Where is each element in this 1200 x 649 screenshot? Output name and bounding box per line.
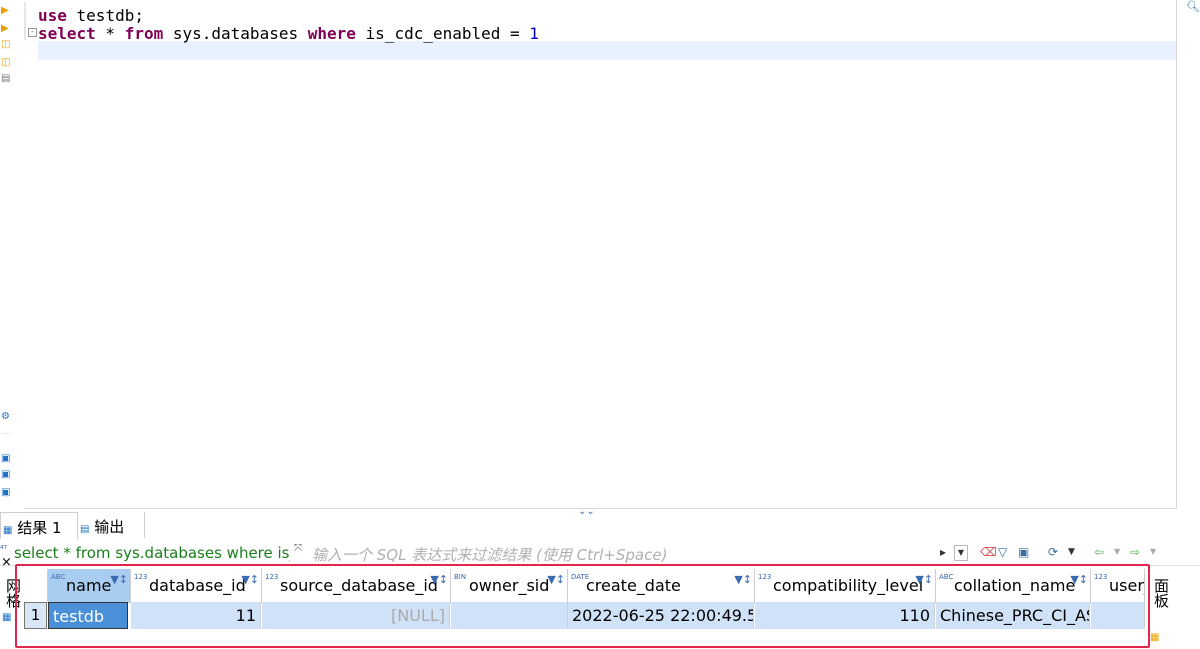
editor-gutter: ▶ ▶ ◫ ◫ ▤ ⚙ ····· ▣ ▣ ▣ [0, 0, 22, 510]
grid-icon: ▦ [3, 525, 13, 536]
results-tabs: ▦ 结果 1 × ▤ 输出 [0, 512, 1200, 570]
file-icon[interactable]: ▣ [1, 488, 10, 498]
refresh-dropdown-icon[interactable]: ▼ [1068, 545, 1075, 559]
clear-filter-icon[interactable]: ⌫ [980, 545, 997, 559]
code-text: sys.databases [163, 24, 308, 43]
number-literal: 1 [529, 24, 539, 43]
search-icon[interactable]: 🔍︎ [1186, 0, 1200, 13]
filter-input[interactable]: 输入一个 SQL 表达式来过滤结果 (使用 Ctrl+Space) [312, 544, 667, 565]
export-icon[interactable]: ◫ [1, 58, 10, 68]
filter-dropdown-icon[interactable]: ▼ [954, 545, 968, 561]
separator-dots: ····· [1, 431, 11, 438]
code-line-2[interactable]: select * from sys.databases where is_cdc… [38, 24, 539, 43]
keyword: from [124, 24, 164, 43]
tab-output[interactable]: ▤ 输出 [80, 512, 145, 538]
code-line-1[interactable]: use testdb; [38, 6, 144, 25]
code-text: * [95, 24, 125, 43]
back-dropdown-icon[interactable]: ▼ [1114, 545, 1120, 559]
grid-view-icon[interactable]: ▦ [2, 612, 11, 623]
code-text: testdb; [66, 6, 144, 25]
tab-label: 输出 [94, 518, 125, 536]
expand-icon[interactable]: ⤧ [294, 542, 302, 556]
filter-history-icon[interactable]: ⁴ᵀ [0, 543, 7, 557]
filter-settings-icon[interactable]: ▽ [998, 545, 1007, 559]
forward-dropdown-icon[interactable]: ▼ [1150, 545, 1156, 559]
forward-icon[interactable]: ⇨ [1130, 545, 1140, 559]
highlight-annotation-box [15, 564, 1150, 648]
panel-icon[interactable]: ▦ [1150, 632, 1159, 643]
settings-gear-icon[interactable]: ⚙ [1, 412, 10, 422]
new-document-icon[interactable]: ▣ [1, 470, 10, 480]
panels-toggle[interactable]: 面板 [1152, 578, 1172, 608]
explain-plan-icon[interactable]: ◫ [1, 40, 10, 50]
run-statement-icon[interactable]: ▶ [1, 6, 9, 16]
filter-bar: ⁴ᵀ select * from sys.databases where is_… [0, 541, 1200, 566]
keyword: use [38, 6, 67, 25]
document-icon[interactable]: ▣ [1, 454, 10, 464]
editor-bar [24, 2, 26, 40]
output-icon: ▤ [80, 524, 90, 535]
save-filter-icon[interactable]: ▣ [1018, 545, 1029, 559]
tab-label: 结果 1 [17, 519, 62, 537]
tab-results-1[interactable]: ▦ 结果 1 × [0, 512, 78, 570]
sql-editor[interactable]: - use testdb; select * from sys.database… [24, 0, 1177, 509]
keyword: select [38, 24, 96, 43]
apply-filter-icon[interactable]: ▸ [940, 545, 946, 559]
back-icon[interactable]: ⇦ [1094, 545, 1104, 559]
run-script-icon[interactable]: ▶ [1, 24, 9, 34]
refresh-icon[interactable]: ⟳ [1048, 545, 1058, 559]
current-line-highlight [38, 41, 1176, 60]
filter-query-text: select * from sys.databases where is_c [14, 544, 290, 562]
keyword: where [307, 24, 356, 43]
fold-toggle-icon[interactable]: - [28, 28, 37, 37]
code-text: is_cdc_enabled = [355, 24, 530, 43]
history-icon[interactable]: ▤ [1, 74, 10, 84]
